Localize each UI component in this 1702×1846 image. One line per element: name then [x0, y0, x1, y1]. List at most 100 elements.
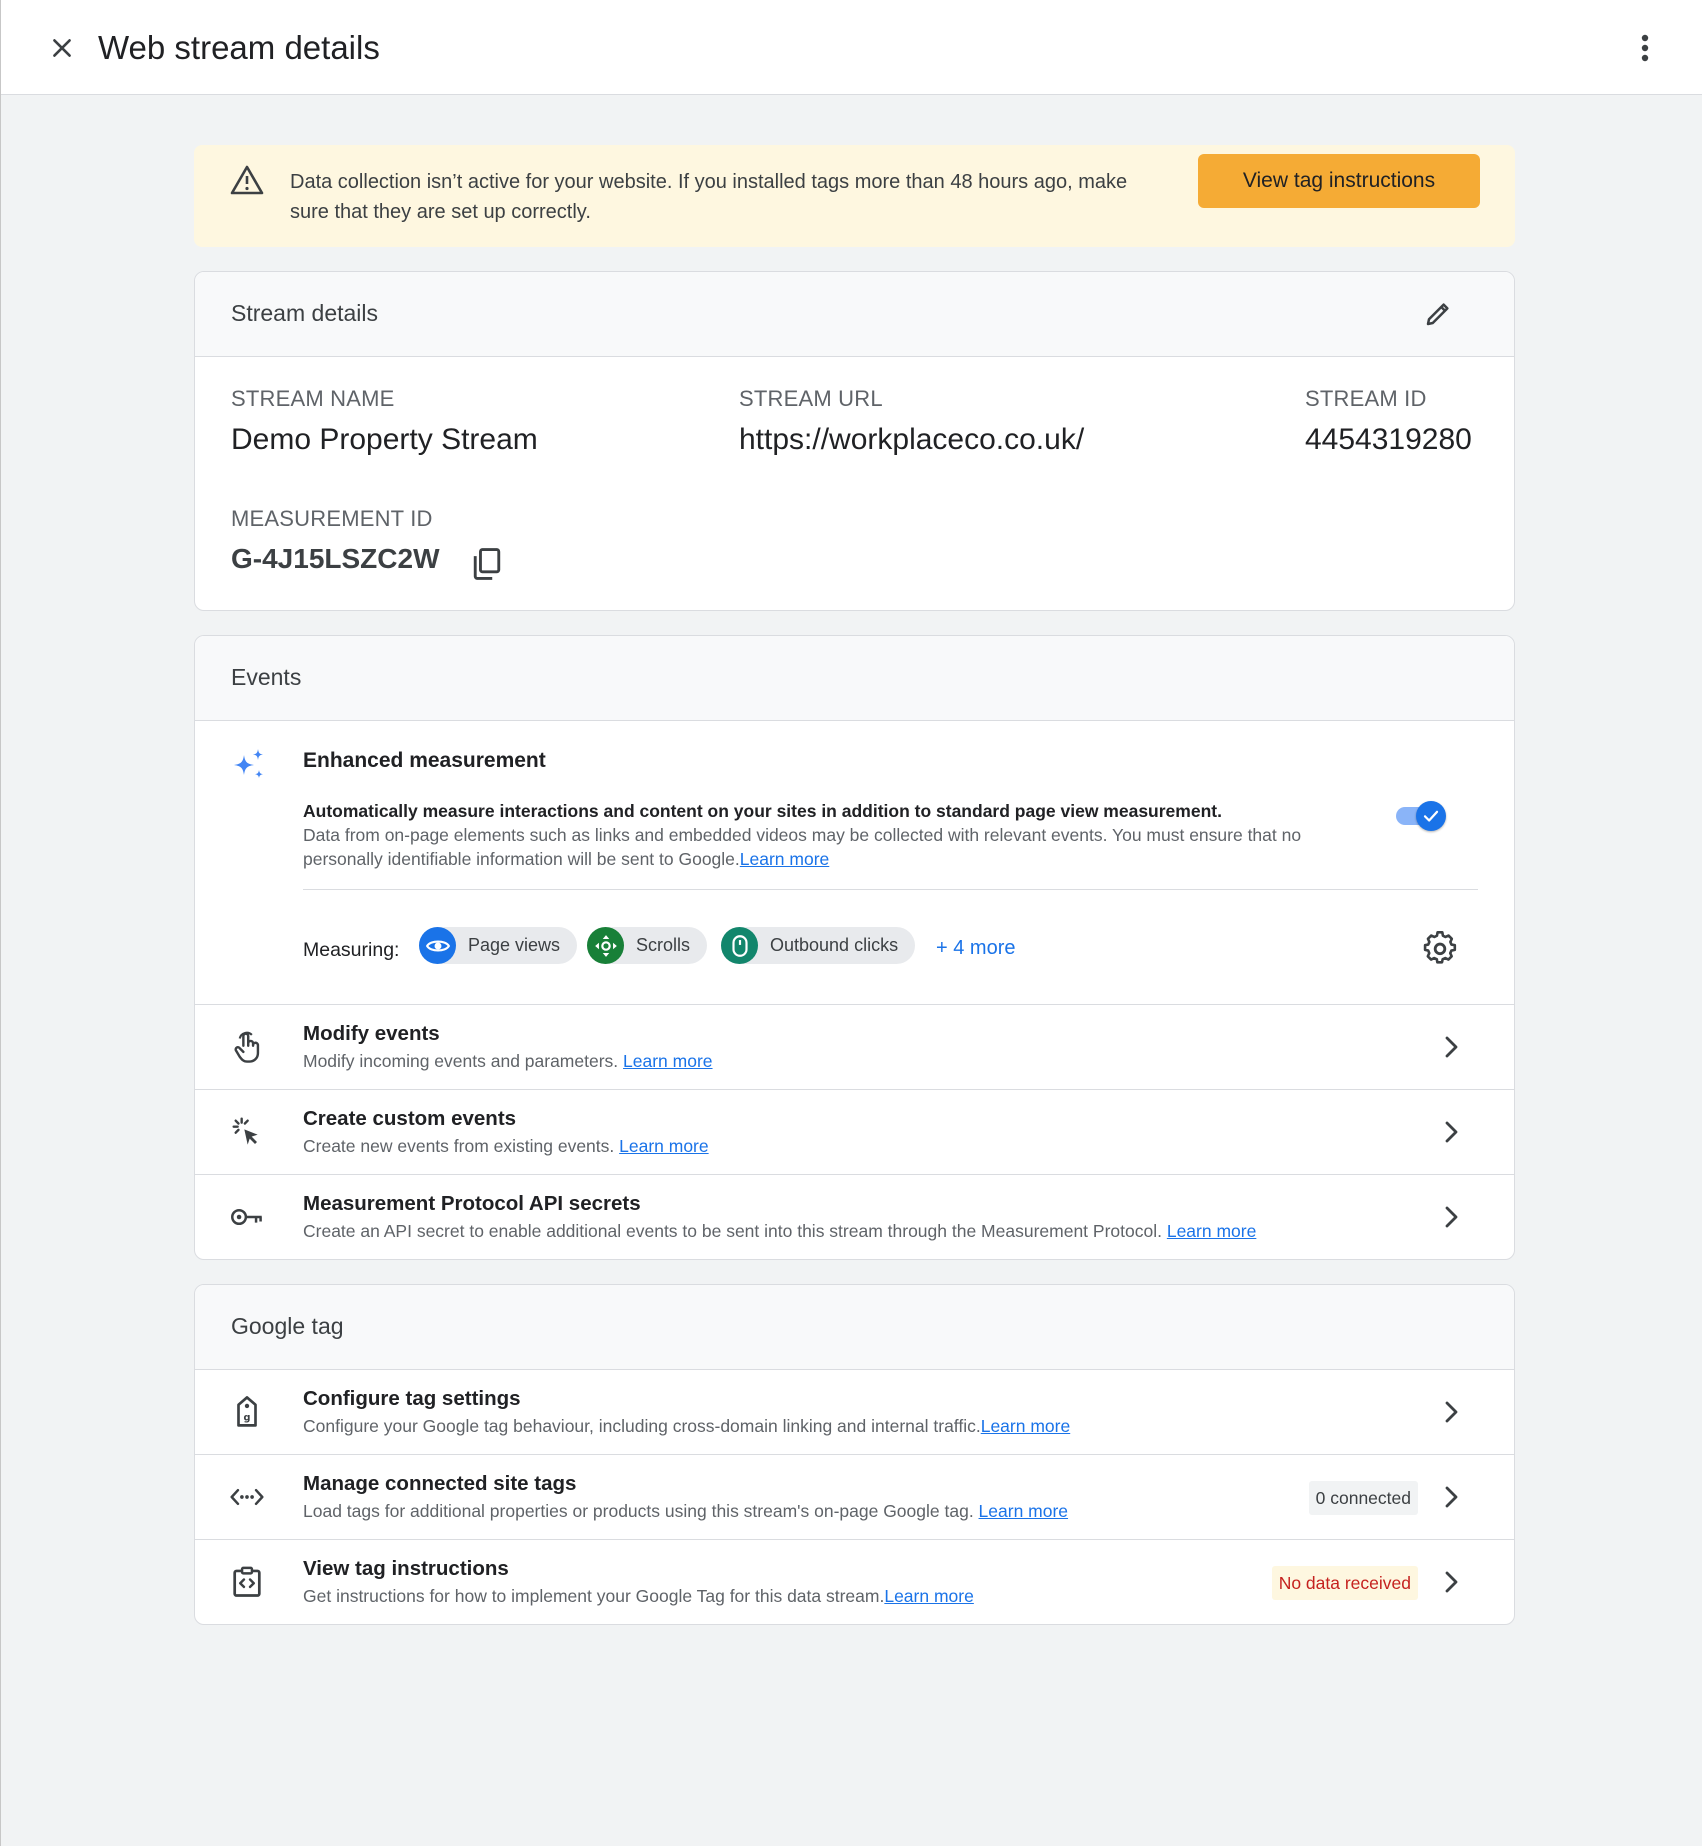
check-icon — [1423, 810, 1439, 822]
content: Data collection isn’t active for your we… — [194, 145, 1515, 1649]
stream-details-body: STREAM NAME Demo Property Stream STREAM … — [195, 357, 1514, 610]
measurement-protocol-api-secrets-row[interactable]: Measurement Protocol API secrets Create … — [195, 1175, 1514, 1259]
click-icon — [229, 1114, 265, 1150]
copy-button[interactable] — [467, 544, 507, 584]
learn-more-link[interactable]: Learn more — [619, 1136, 709, 1156]
measurement-id-label: MEASUREMENT ID — [231, 506, 433, 531]
chevron-right-icon — [1438, 1483, 1466, 1511]
more-options-button[interactable] — [1622, 25, 1668, 71]
enhanced-measurement-desc-bold: Automatically measure interactions and c… — [303, 801, 1222, 821]
stream-id-value: 4454319280 — [1305, 423, 1472, 456]
enhanced-measurement-description: Automatically measure interactions and c… — [303, 799, 1383, 871]
configure-tag-settings-row[interactable]: g Configure tag settings Configure your … — [195, 1370, 1514, 1455]
learn-more-link[interactable]: Learn more — [740, 849, 830, 869]
row-title: Modify events — [303, 1022, 440, 1045]
top-bar: Web stream details — [1, 0, 1702, 95]
page-title: Web stream details — [98, 29, 380, 66]
row-title: Measurement Protocol API secrets — [303, 1192, 641, 1215]
stream-id-label: STREAM ID — [1305, 386, 1427, 411]
banner-text: Data collection isn’t active for your we… — [290, 171, 1128, 223]
tag-icon: g — [229, 1394, 265, 1430]
row-subtitle: Get instructions for how to implement yo… — [303, 1586, 974, 1607]
google-tag-header: Google tag — [195, 1285, 1514, 1370]
enhanced-measurement-settings-button[interactable] — [1420, 928, 1460, 968]
events-title: Events — [231, 664, 302, 690]
stream-url-label: STREAM URL — [739, 386, 883, 411]
touch-icon — [229, 1029, 265, 1065]
more-measurements-link[interactable]: + 4 more — [936, 937, 1015, 960]
enhanced-measurement-toggle[interactable] — [1392, 799, 1448, 831]
google-tag-title: Google tag — [231, 1313, 344, 1339]
gear-icon — [1423, 931, 1457, 964]
code-arrows-icon — [229, 1479, 265, 1515]
enhanced-measurement-section: Enhanced measurement Automatically measu… — [195, 721, 1514, 1005]
view-tag-instructions-button[interactable]: View tag instructions — [1198, 154, 1480, 208]
learn-more-link[interactable]: Learn more — [981, 1416, 1071, 1436]
connected-count-badge: 0 connected — [1308, 1481, 1418, 1515]
stream-name-label: STREAM NAME — [231, 386, 395, 411]
mouse-icon — [721, 927, 758, 964]
chip-label: Outbound clicks — [770, 935, 899, 955]
row-title: Manage connected site tags — [303, 1472, 577, 1495]
svg-text:g: g — [244, 1413, 251, 1424]
warning-icon — [230, 165, 264, 195]
chip-label: Page views — [468, 935, 561, 955]
stream-url-value: https://workplaceco.co.uk/ — [739, 423, 1085, 456]
stream-details-header: Stream details — [195, 272, 1514, 357]
edit-button[interactable] — [1418, 294, 1458, 334]
code-clipboard-icon — [229, 1564, 265, 1600]
row-subtitle-text: Configure your Google tag behaviour, inc… — [303, 1416, 981, 1436]
warning-banner: Data collection isn’t active for your we… — [194, 145, 1515, 247]
row-title: View tag instructions — [303, 1557, 509, 1580]
enhanced-measurement-title: Enhanced measurement — [303, 749, 546, 772]
row-subtitle-text: Get instructions for how to implement yo… — [303, 1586, 885, 1606]
divider — [303, 889, 1478, 890]
stream-name-value: Demo Property Stream — [231, 423, 538, 456]
chevron-right-icon — [1438, 1398, 1466, 1426]
close-icon — [53, 39, 71, 57]
learn-more-link[interactable]: Learn more — [884, 1586, 974, 1606]
view-tag-instructions-row[interactable]: View tag instructions Get instructions f… — [195, 1540, 1514, 1624]
stream-details-card: Stream details STREAM NAME Demo Property… — [194, 271, 1515, 611]
pencil-icon — [1426, 303, 1449, 326]
row-title: Create custom events — [303, 1107, 517, 1130]
row-subtitle-text: Create new events from existing events. — [303, 1136, 620, 1156]
google-tag-card: Google tag g Configure tag settings Conf… — [194, 1284, 1515, 1625]
row-subtitle-text: Modify incoming events and parameters. — [303, 1051, 624, 1071]
eye-icon — [419, 927, 456, 964]
more-vert-icon — [1641, 34, 1649, 62]
sparkle-icon — [234, 749, 263, 778]
events-header: Events — [195, 636, 1514, 721]
learn-more-link[interactable]: Learn more — [979, 1501, 1069, 1521]
measurement-id-value: G-4J15LSZC2W — [231, 543, 440, 574]
web-stream-details-panel: Web stream details Data collection isn’t… — [1, 0, 1702, 1846]
learn-more-link[interactable]: Learn more — [623, 1051, 713, 1071]
row-subtitle: Modify incoming events and parameters. L… — [303, 1051, 713, 1072]
toggle-thumb — [1416, 801, 1446, 831]
close-button[interactable] — [39, 25, 85, 71]
row-title: Configure tag settings — [303, 1387, 521, 1410]
measuring-label: Measuring: — [303, 939, 400, 961]
events-card: Events Enhanced measurement Automaticall… — [194, 635, 1515, 1260]
row-subtitle: Create new events from existing events. … — [303, 1136, 709, 1157]
copy-icon — [473, 548, 501, 580]
modify-events-row[interactable]: Modify events Modify incoming events and… — [195, 1005, 1514, 1090]
chip-page-views[interactable]: Page views — [419, 927, 578, 964]
chip-label: Scrolls — [636, 935, 691, 955]
scroll-icon — [587, 927, 624, 964]
chip-outbound-clicks[interactable]: Outbound clicks — [721, 927, 916, 964]
create-custom-events-row[interactable]: Create custom events Create new events f… — [195, 1090, 1514, 1175]
row-subtitle: Create an API secret to enable additiona… — [303, 1221, 1256, 1242]
chip-scrolls[interactable]: Scrolls — [587, 927, 708, 964]
learn-more-link[interactable]: Learn more — [1167, 1221, 1257, 1241]
chevron-right-icon — [1438, 1033, 1466, 1061]
key-icon — [229, 1199, 265, 1235]
manage-connected-site-tags-row[interactable]: Manage connected site tags Load tags for… — [195, 1455, 1514, 1540]
chevron-right-icon — [1438, 1118, 1466, 1146]
no-data-badge: No data received — [1271, 1566, 1418, 1600]
row-subtitle: Load tags for additional properties or p… — [303, 1501, 1068, 1522]
row-subtitle-text: Create an API secret to enable additiona… — [303, 1221, 1167, 1241]
stream-details-title: Stream details — [231, 300, 379, 326]
chevron-right-icon — [1438, 1568, 1466, 1596]
row-subtitle-text: Load tags for additional properties or p… — [303, 1501, 979, 1521]
